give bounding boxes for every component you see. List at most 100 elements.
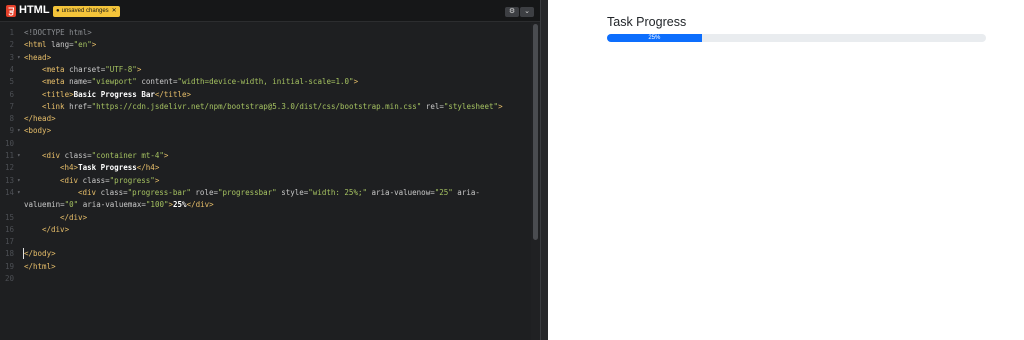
line-number: 14	[4, 187, 14, 197]
code-line[interactable]: 11 ▾ <div class="container mt-4">	[0, 150, 530, 162]
code-line[interactable]: 8 </head>	[0, 113, 530, 125]
code-line[interactable]: 4 <meta charset="UTF-8">	[0, 64, 530, 76]
code-token: valuemin	[24, 200, 61, 210]
code-text: <div class="progress">	[60, 175, 159, 187]
fold-arrow-icon[interactable]: ▾	[17, 187, 23, 199]
code-line[interactable]: 10	[0, 138, 530, 150]
code-text: <link href="https://cdn.jsdelivr.net/npm…	[42, 101, 503, 113]
code-token: class	[78, 175, 106, 185]
code-line[interactable]: 5 <meta name="viewport" content="width=de…	[0, 76, 530, 88]
code-line[interactable]: 1 <!DOCTYPE html>	[0, 27, 530, 39]
code-token: </html>	[24, 261, 56, 271]
code-token: "UTF-8"	[105, 64, 137, 74]
code-text: <meta charset="UTF-8">	[42, 64, 141, 76]
line-number: 8	[9, 114, 14, 124]
code-token: href	[64, 101, 88, 111]
line-number: 11	[4, 151, 14, 160]
code-token: <link	[42, 101, 65, 111]
code-token: </div>	[186, 200, 214, 210]
code-text: <div class="container mt-4">	[42, 150, 168, 162]
editor-toolbar: HTML ● unsaved changes ✕ ⚙ ⌄	[0, 0, 540, 22]
code-token: "https://cdn.jsdelivr.net/npm/bootstrap@…	[91, 101, 422, 111]
close-icon[interactable]: ✕	[112, 6, 117, 17]
text-cursor	[23, 248, 24, 259]
line-number: 5	[9, 77, 14, 87]
code-text: <title>Basic Progress Bar</title>	[42, 89, 191, 101]
pane-divider[interactable]	[540, 0, 548, 340]
code-line[interactable]: 12 <h4>Task Progress</h4>	[0, 162, 530, 174]
code-token: <div	[42, 151, 61, 160]
code-line[interactable]: 19 </html>	[0, 261, 530, 273]
line-number: 4	[9, 64, 14, 74]
code-line[interactable]: 6 <title>Basic Progress Bar</title>	[0, 89, 530, 101]
code-token: "container mt-4"	[91, 151, 164, 160]
code-token: "progressbar"	[217, 187, 277, 197]
code-line[interactable]: 2 <html lang="en">	[0, 39, 530, 51]
code-token: <head>	[24, 52, 52, 62]
code-line[interactable]: 16 </div>	[0, 224, 530, 236]
collapse-button[interactable]: ⌄	[520, 7, 534, 17]
code-token: </body>	[24, 249, 56, 259]
code-token: charset	[64, 64, 101, 74]
code-line[interactable]: valuemin="0" aria-valuemax="100">25%</di…	[0, 199, 530, 211]
code-token: style	[276, 187, 304, 197]
code-text: <!DOCTYPE html>	[24, 27, 92, 39]
line-number: 9	[9, 126, 14, 136]
code-content[interactable]: 1 <!DOCTYPE html> 2 <html lang="en"> 3 ▾ <head…	[0, 23, 530, 340]
code-line[interactable]: 3 ▾ <head>	[0, 52, 530, 64]
code-token: <title>	[42, 89, 74, 99]
code-text: </head>	[24, 113, 56, 125]
unsaved-changes-label: unsaved changes	[61, 8, 109, 14]
code-token: </h4>	[136, 163, 160, 173]
line-number: 12	[4, 163, 14, 173]
code-line[interactable]: 18 </body>	[0, 248, 530, 260]
code-text: <div class="progress-bar" role="progress…	[78, 187, 480, 199]
fold-arrow-icon[interactable]: ▾	[17, 150, 23, 162]
unsaved-changes-badge[interactable]: ● unsaved changes ✕	[53, 6, 120, 17]
line-number: 18	[4, 249, 14, 259]
code-line[interactable]: 9 ▾ <body>	[0, 125, 530, 137]
code-token: </head>	[24, 114, 56, 124]
code-token: content	[136, 77, 173, 87]
code-editor-pane[interactable]: HTML ● unsaved changes ✕ ⚙ ⌄ 1 <!DOCTYPE …	[0, 0, 540, 340]
code-token: lang	[46, 40, 70, 50]
code-token: >	[498, 101, 503, 111]
code-line[interactable]: 13 ▾ <div class="progress">	[0, 175, 530, 187]
code-token: <div	[78, 187, 97, 197]
page-title: Task Progress	[607, 15, 687, 29]
code-token: "stylesheet"	[443, 101, 499, 111]
code-token: "100"	[145, 200, 169, 210]
code-line[interactable]: 15 </div>	[0, 212, 530, 224]
line-number: 1	[9, 28, 14, 37]
code-line[interactable]: 14 ▾ <div class="progress-bar" role="progr…	[0, 187, 530, 199]
code-text: </div>	[42, 224, 69, 236]
code-line[interactable]: 7 <link href="https://cdn.jsdelivr.net/np…	[0, 101, 530, 113]
line-number: 7	[9, 101, 14, 111]
code-token: "width: 25%;"	[308, 187, 367, 197]
code-line[interactable]: 17	[0, 236, 530, 248]
code-token: >	[353, 77, 359, 87]
line-number: 17	[4, 237, 14, 247]
code-token: <meta	[42, 77, 65, 87]
code-text: <meta name="viewport" content="width=dev…	[42, 76, 358, 88]
code-token: </div>	[42, 224, 70, 234]
fold-arrow-icon[interactable]: ▾	[17, 175, 23, 187]
code-token: </title>	[154, 89, 192, 99]
code-token: "en"	[73, 40, 92, 50]
editor-scrollbar-thumb[interactable]	[533, 24, 538, 240]
unsaved-dot-icon: ●	[56, 8, 60, 14]
line-number: 19	[4, 261, 14, 271]
code-token: Basic Progress Bar	[73, 89, 155, 99]
code-line[interactable]: 20	[0, 273, 530, 285]
code-token: "viewport"	[91, 77, 137, 87]
code-token: class	[96, 187, 124, 197]
fold-arrow-icon[interactable]: ▾	[17, 52, 23, 64]
code-token: <h4>	[60, 163, 79, 173]
code-token: >	[91, 40, 97, 50]
settings-button[interactable]: ⚙	[505, 7, 519, 17]
line-number: 6	[9, 89, 14, 99]
fold-arrow-icon[interactable]: ▾	[17, 125, 23, 137]
language-label: HTML	[19, 4, 50, 16]
progress-bar: 25%	[607, 34, 702, 42]
code-token: >	[163, 151, 169, 160]
